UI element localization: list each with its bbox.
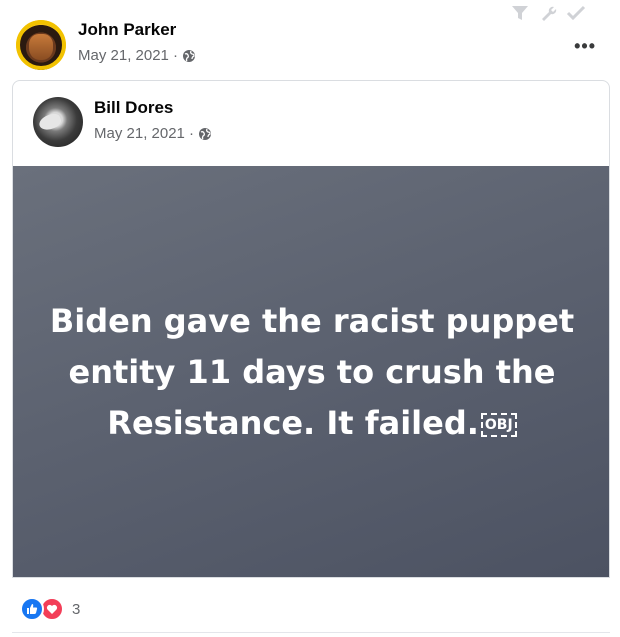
object-replacement-glyph: OBJ: [480, 413, 517, 437]
post-timestamp[interactable]: May 21, 2021 ·: [78, 47, 196, 64]
reactions-summary[interactable]: 3: [20, 597, 80, 621]
shared-post-date[interactable]: May 21, 2021 ·: [94, 125, 194, 142]
shared-author-name[interactable]: Bill Dores: [94, 98, 173, 118]
post-image-text: Biden gave the racist puppet entity 11 d…: [42, 296, 582, 449]
image-text-line-last: Resistance. It failed. OBJ: [42, 398, 582, 449]
shared-post-timestamp[interactable]: May 21, 2021 ·: [94, 125, 212, 142]
shared-post-card[interactable]: Bill Dores May 21, 2021 · Biden gave the…: [12, 80, 610, 578]
post-date[interactable]: May 21, 2021 ·: [78, 47, 178, 64]
image-text-line: Biden gave the racist puppet: [49, 302, 575, 340]
author-name[interactable]: John Parker: [78, 20, 176, 40]
shared-author-avatar[interactable]: [33, 97, 83, 147]
post-container: John Parker May 21, 2021 · ••• Bill Dore…: [0, 0, 620, 637]
post-text-image[interactable]: Biden gave the racist puppet entity 11 d…: [13, 166, 609, 577]
avatar-face: [29, 34, 53, 60]
more-options-button[interactable]: •••: [574, 36, 596, 57]
checkmark-icon[interactable]: [566, 4, 586, 22]
like-icon: [20, 597, 44, 621]
author-avatar[interactable]: [16, 20, 66, 70]
reaction-count[interactable]: 3: [72, 601, 80, 618]
avatar-detail: [37, 111, 63, 133]
filter-icon[interactable]: [510, 4, 530, 22]
wrench-icon[interactable]: [538, 4, 558, 22]
globe-icon: [182, 49, 196, 63]
image-text-line: Resistance. It failed.: [107, 404, 479, 442]
image-text-line: entity 11 days to crush the: [68, 353, 556, 391]
globe-icon: [198, 127, 212, 141]
toolbar-icons: [510, 4, 586, 22]
divider: [12, 632, 610, 633]
